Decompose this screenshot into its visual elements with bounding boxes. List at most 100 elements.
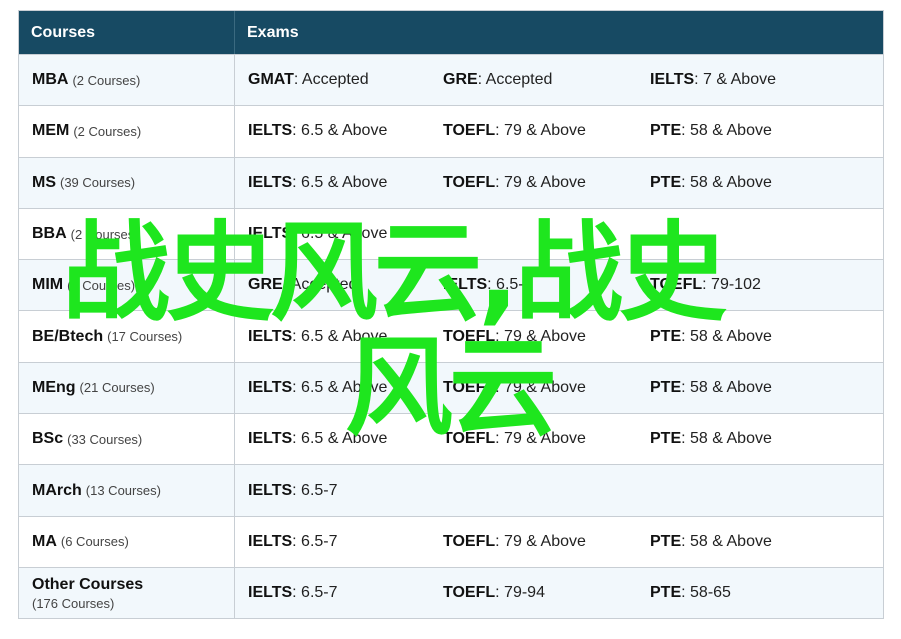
table-row: MArch (13 Courses) IELTS: 6.5-7: [19, 464, 883, 516]
course-name[interactable]: MEM: [32, 122, 69, 140]
table-row: BSc (33 Courses) IELTS: 6.5 & Above TOEFL: …: [19, 413, 883, 465]
exam-name: PTE: [650, 584, 682, 602]
exam-score: : 79 & Above: [495, 327, 586, 345]
course-name[interactable]: MBA: [32, 71, 68, 89]
course-count: (2 Courses): [70, 226, 139, 242]
table-row: MA (6 Courses) IELTS: 6.5-7 TOEFL: 79 & Abo…: [19, 515, 883, 567]
exam-name: PTE: [650, 122, 682, 140]
exams-cell: IELTS: 6.5 & Above TOEFL: 79 & Above PTE: …: [235, 311, 883, 361]
exam-score: : 6.5 & Above: [292, 430, 388, 448]
table-row: MEM (2 Courses) IELTS: 6.5 & Above TOEFL: 7…: [19, 105, 883, 157]
course-count: (2 Courses): [72, 72, 141, 88]
exam-score: : 58 & Above: [681, 327, 772, 345]
exam-score: : 6.5-7: [487, 276, 533, 294]
exams-column-header: Exams: [247, 23, 299, 41]
course-name[interactable]: MS: [32, 174, 56, 192]
course-count: (176 Courses): [32, 595, 115, 611]
exam-requirement: TOEFL: 79 & Above: [443, 430, 650, 448]
exam-score: : 6.5-7: [292, 481, 338, 499]
exam-name: PTE: [650, 173, 682, 191]
table-header: Courses Exams: [19, 11, 883, 54]
course-cell[interactable]: BSc (33 Courses): [19, 414, 235, 465]
table-row: Other Courses (176 Courses) IELTS: 6.5-7 TO…: [19, 566, 883, 619]
course-name[interactable]: MA: [32, 533, 57, 551]
exam-name: GMAT: [248, 71, 294, 89]
exam-score: : 79-94: [495, 584, 545, 602]
exams-cell: GMAT: Accepted GRE: Accepted IELTS: 7 & Ab…: [235, 55, 883, 105]
exam-requirement: GMAT: Accepted: [235, 71, 443, 89]
course-cell[interactable]: BBA (2 Courses): [19, 208, 235, 260]
exam-requirement: TOEFL: 79-94: [443, 584, 650, 602]
exams-cell: IELTS: 6.5-7 TOEFL: 79 & Above PTE: 58 & A…: [235, 517, 883, 567]
exam-name: TOEFL: [443, 532, 496, 550]
exam-score: : 58-65: [681, 584, 731, 602]
course-name[interactable]: BE/Btech: [32, 328, 103, 346]
course-cell[interactable]: Other Courses (176 Courses): [19, 567, 235, 619]
exam-score: : 6.5 & Above: [292, 327, 388, 345]
course-cell[interactable]: MEng (21 Courses): [19, 362, 235, 414]
exam-requirement: IELTS: 6.5 & Above: [235, 225, 443, 243]
exam-requirement: IELTS: 6.5 & Above: [235, 379, 443, 397]
exam-requirement: PTE: 58 & Above: [650, 328, 772, 346]
exam-score: : 6.5 & Above: [292, 122, 388, 140]
course-name[interactable]: Other Courses: [32, 576, 143, 594]
course-cell[interactable]: MIM (2 Courses): [19, 260, 235, 311]
course-name[interactable]: MIM: [32, 276, 63, 294]
exam-name: IELTS: [248, 173, 293, 191]
exam-score: : Accepted: [282, 276, 358, 294]
exam-requirement: PTE: 58 & Above: [650, 122, 772, 140]
exam-name: PTE: [650, 430, 682, 448]
table-body: MBA (2 Courses) GMAT: Accepted GRE: Accepte…: [19, 54, 883, 619]
exam-requirement: IELTS: 6.5 & Above: [235, 122, 443, 140]
exam-requirement: IELTS: 6.5 & Above: [235, 328, 443, 346]
course-count: (33 Courses): [67, 431, 143, 447]
exam-score: : 58 & Above: [681, 532, 772, 550]
exam-requirement: TOEFL: 79 & Above: [443, 328, 650, 346]
course-cell[interactable]: BE/Btech (17 Courses): [19, 311, 235, 362]
exam-score: : Accepted: [293, 71, 369, 89]
course-cell[interactable]: MA (6 Courses): [19, 516, 235, 567]
exams-cell: IELTS: 6.5 & Above TOEFL: 79 & Above PTE: …: [235, 106, 883, 156]
course-name[interactable]: BBA: [32, 225, 67, 243]
exam-score: : 58 & Above: [681, 173, 772, 191]
course-cell[interactable]: MBA (2 Courses): [19, 55, 235, 106]
course-count: (13 Courses): [85, 483, 161, 499]
exam-name: PTE: [650, 327, 682, 345]
exam-name: IELTS: [443, 276, 488, 294]
course-name[interactable]: MArch: [32, 482, 82, 500]
exam-name: TOEFL: [650, 276, 703, 294]
exam-requirement: IELTS: 6.5-7: [235, 584, 443, 602]
exam-requirement: TOEFL: 79 & Above: [443, 122, 650, 140]
exam-name: PTE: [650, 532, 682, 550]
exam-requirement: PTE: 58-65: [650, 584, 731, 602]
course-cell[interactable]: MArch (13 Courses): [19, 465, 235, 516]
exam-requirement: PTE: 58 & Above: [650, 533, 772, 551]
exams-cell: GRE: Accepted IELTS: 6.5-7 TOEFL: 79-102: [235, 260, 883, 310]
exam-score: : 58 & Above: [681, 122, 772, 140]
table-row: MIM (2 Courses) GRE: Accepted IELTS: 6.5-7 T…: [19, 259, 883, 311]
exam-name: IELTS: [248, 532, 293, 550]
exam-score: : 79 & Above: [495, 430, 586, 448]
exam-name: IELTS: [248, 225, 293, 243]
exam-name: TOEFL: [443, 584, 496, 602]
table-row: BBA (2 Courses) IELTS: 6.5 & Above: [19, 207, 883, 260]
exam-name: TOEFL: [443, 173, 496, 191]
exam-score: : 6.5-7: [292, 584, 338, 602]
exam-score: : 79-102: [702, 276, 761, 294]
exam-score: : Accepted: [477, 71, 553, 89]
course-name[interactable]: BSc: [32, 430, 63, 448]
exam-name: IELTS: [248, 327, 293, 345]
exams-cell: IELTS: 6.5 & Above TOEFL: 79 & Above PTE: …: [235, 414, 883, 464]
course-name[interactable]: MEng: [32, 379, 76, 397]
exam-name: IELTS: [650, 71, 695, 89]
exam-score: : 79 & Above: [495, 378, 586, 396]
exam-score: : 79 & Above: [495, 173, 586, 191]
table-row: BE/Btech (17 Courses) IELTS: 6.5 & Above TO…: [19, 310, 883, 362]
course-cell[interactable]: MS (39 Courses): [19, 157, 235, 208]
exam-name: IELTS: [248, 378, 293, 396]
exam-requirement: TOEFL: 79 & Above: [443, 379, 650, 397]
exam-requirement: PTE: 58 & Above: [650, 174, 772, 192]
course-cell[interactable]: MEM (2 Courses): [19, 106, 235, 157]
exam-name: PTE: [650, 378, 682, 396]
exam-score: : 7 & Above: [694, 71, 776, 89]
